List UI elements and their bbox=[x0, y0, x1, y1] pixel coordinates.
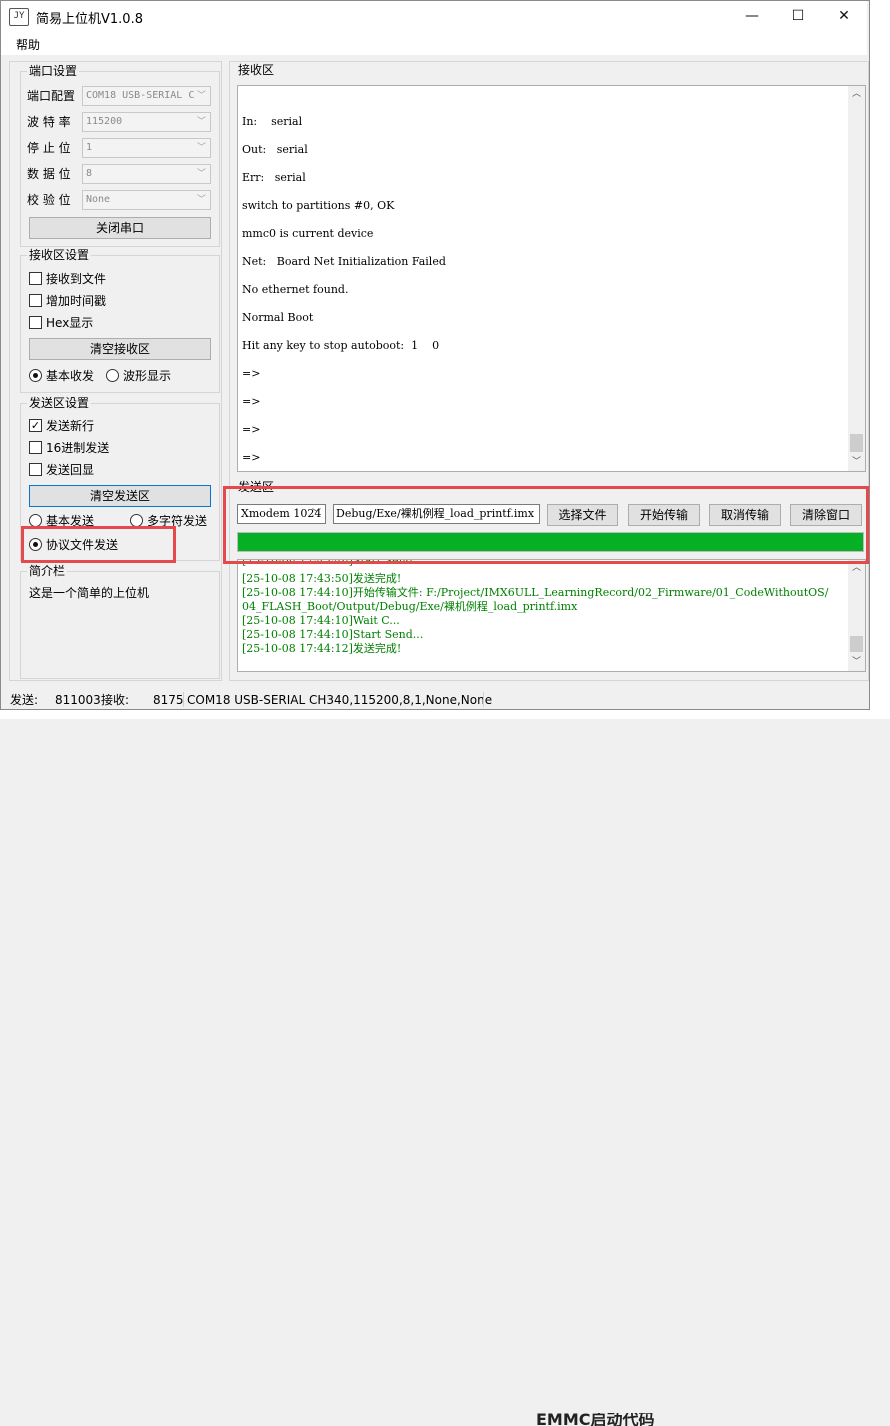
timestamp-checkbox[interactable] bbox=[29, 294, 42, 307]
scroll-down-icon[interactable]: ﹀ bbox=[848, 654, 865, 671]
log-line: [25-10-08 17:44:10]Start Send... bbox=[242, 628, 424, 641]
receive-line: switch to partitions #0, OK bbox=[242, 199, 395, 212]
waveform-mode-radio[interactable] bbox=[106, 369, 119, 382]
receive-line: Out: serial bbox=[242, 143, 308, 156]
status-divider bbox=[483, 692, 484, 707]
log-line: 04_FLASH_Boot/Output/Debug/Exe/裸机例程_load… bbox=[242, 600, 578, 613]
receive-line: Normal Boot bbox=[242, 311, 314, 324]
scroll-up-icon[interactable]: ︿ bbox=[848, 86, 865, 103]
window-title: 简易上位机V1.0.8 bbox=[36, 12, 143, 27]
hex-display-checkbox[interactable] bbox=[29, 316, 42, 329]
basic-mode-radio[interactable] bbox=[29, 369, 42, 382]
receive-line: => bbox=[242, 395, 261, 408]
receive-to-file-checkbox[interactable] bbox=[29, 272, 42, 285]
port-info: COM18 USB-SERIAL CH340,115200,8,1,None,N… bbox=[187, 693, 493, 707]
log-scroll-thumb[interactable] bbox=[850, 636, 863, 652]
scroll-down-icon[interactable]: ﹀ bbox=[848, 454, 865, 471]
hex-display-label: Hex显示 bbox=[46, 316, 94, 330]
data-bits-label: 数 据 位 bbox=[27, 167, 71, 181]
protocol-send-highlight bbox=[21, 526, 176, 563]
clear-send-button[interactable]: 清空发送区 bbox=[29, 485, 211, 507]
waveform-mode-label: 波形显示 bbox=[123, 369, 172, 383]
hex-send-label: 16进制发送 bbox=[46, 441, 110, 455]
intro-text: 这是一个简单的上位机 bbox=[29, 586, 150, 600]
send-count: 811003 bbox=[55, 693, 101, 707]
stop-bits-label: 停 止 位 bbox=[27, 141, 71, 155]
log-line: [25-10-08 17:44:12]发送完成! bbox=[242, 642, 402, 655]
chevron-down-icon: ﹀ bbox=[196, 117, 206, 127]
status-divider bbox=[183, 692, 184, 707]
receive-line: Hit any key to stop autoboot: 1 0 bbox=[242, 339, 440, 352]
receive-count-label: 接收: bbox=[101, 693, 130, 707]
stop-bits-select[interactable]: 1 ﹀ bbox=[82, 138, 211, 158]
status-bar: 发送: 811003 接收: 8175 COM18 USB-SERIAL CH3… bbox=[1, 690, 867, 708]
clear-receive-button[interactable]: 清空接收区 bbox=[29, 338, 211, 360]
intro-title: 简介栏 bbox=[27, 564, 68, 578]
log-line: [25-10-08 17:44:10]开始传输文件: F:/Project/IM… bbox=[242, 586, 829, 599]
parity-select[interactable]: None ﹀ bbox=[82, 190, 211, 210]
send-newline-label: 发送新行 bbox=[46, 419, 95, 433]
send-echo-label: 发送回显 bbox=[46, 463, 95, 477]
port-settings-title: 端口设置 bbox=[27, 64, 80, 78]
log-scrollbar[interactable]: ︿ ﹀ bbox=[848, 560, 865, 671]
receive-line: => bbox=[242, 451, 261, 464]
receive-line: => bbox=[242, 367, 261, 380]
port-select[interactable]: COM18 USB-SERIAL C ﹀ bbox=[82, 86, 211, 106]
send-area-highlight bbox=[223, 486, 869, 564]
chevron-down-icon: ﹀ bbox=[196, 169, 206, 179]
receive-line: => bbox=[242, 423, 261, 436]
app-logo-icon: JY bbox=[9, 8, 29, 26]
receive-line: mmc0 is current device bbox=[242, 227, 374, 240]
receive-to-file-label: 接收到文件 bbox=[46, 272, 107, 286]
chevron-down-icon: ﹀ bbox=[196, 143, 206, 153]
chevron-down-icon: ﹀ bbox=[196, 91, 206, 101]
log-line: [25-10-08 17:44:10]Wait C... bbox=[242, 614, 400, 627]
close-window-button[interactable]: ✕ bbox=[821, 1, 867, 31]
receive-area-title: 接收区 bbox=[236, 63, 277, 77]
menu-bar: 帮助 bbox=[1, 31, 867, 55]
maximize-button[interactable]: ☐ bbox=[775, 1, 821, 31]
hex-send-checkbox[interactable] bbox=[29, 441, 42, 454]
receive-scrollbar[interactable]: ︿ ﹀ bbox=[848, 86, 865, 471]
basic-mode-label: 基本收发 bbox=[46, 369, 95, 383]
close-port-button[interactable]: 关闭串口 bbox=[29, 217, 211, 239]
parity-label: 校 验 位 bbox=[27, 193, 71, 207]
receive-settings-title: 接收区设置 bbox=[27, 248, 92, 262]
log-line: [25-10-08 17:43:50]发送完成! bbox=[242, 572, 402, 585]
receive-line: Net: Board Net Initialization Failed bbox=[242, 255, 446, 268]
minimize-button[interactable]: — bbox=[729, 1, 775, 31]
background-app-edge bbox=[868, 0, 890, 719]
send-count-label: 发送: bbox=[10, 693, 39, 707]
send-newline-checkbox[interactable]: ✓ bbox=[29, 419, 42, 432]
receive-line: No ethernet found. bbox=[242, 283, 349, 296]
baud-select[interactable]: 115200 ﹀ bbox=[82, 112, 211, 132]
receive-count: 8175 bbox=[153, 693, 184, 707]
receive-line: In: serial bbox=[242, 115, 303, 128]
receive-scroll-thumb[interactable] bbox=[850, 434, 863, 452]
title-bar[interactable]: JY 简易上位机V1.0.8 — ☐ ✕ bbox=[1, 1, 867, 31]
send-echo-checkbox[interactable] bbox=[29, 463, 42, 476]
chevron-down-icon: ﹀ bbox=[196, 195, 206, 205]
send-settings-title: 发送区设置 bbox=[27, 396, 92, 410]
port-label: 端口配置 bbox=[27, 89, 76, 103]
app-window: JY 简易上位机V1.0.8 — ☐ ✕ 帮助 端口设置 端口配置 COM18 … bbox=[0, 0, 870, 710]
transfer-log-area[interactable]: [25-10-08 17:43:48]Start Send... [25-10-… bbox=[237, 559, 866, 672]
receive-line: Err: serial bbox=[242, 171, 306, 184]
menu-help[interactable]: 帮助 bbox=[16, 36, 40, 53]
baud-label: 波 特 率 bbox=[27, 115, 71, 129]
timestamp-label: 增加时间戳 bbox=[46, 294, 107, 308]
background-heading: EMMC启动代码 bbox=[536, 1413, 655, 1426]
receive-text-area[interactable]: In: serial Out: serial Err: serial switc… bbox=[237, 85, 866, 472]
data-bits-select[interactable]: 8 ﹀ bbox=[82, 164, 211, 184]
